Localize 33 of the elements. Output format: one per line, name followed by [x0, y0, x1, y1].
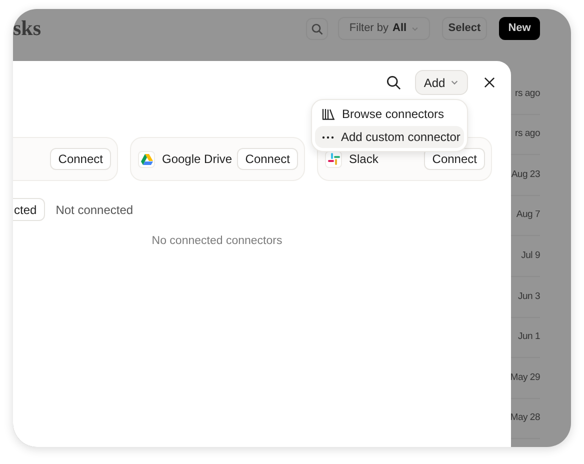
connect-button[interactable]: Connect	[237, 148, 298, 170]
new-button[interactable]: New	[499, 17, 540, 40]
connector-name: Google Drive	[162, 151, 232, 168]
books-icon	[322, 108, 335, 120]
search-icon[interactable]	[386, 75, 401, 90]
date-text: Jul 9	[521, 249, 540, 264]
chevron-down-icon	[450, 78, 460, 87]
hash-icon	[328, 153, 340, 165]
chevron-down-icon	[410, 24, 419, 32]
empty-message: No connected connectors	[152, 234, 282, 249]
menu-item[interactable]: Browse connectors	[315, 103, 464, 125]
filter-tab[interactable]: cted	[13, 198, 45, 221]
search-button[interactable]	[306, 18, 328, 40]
connector-name: Slack	[349, 151, 378, 168]
triangle-icon	[140, 154, 152, 164]
search-icon	[311, 22, 323, 34]
more-icon	[322, 136, 334, 138]
date-text: Jun 3	[518, 290, 540, 304]
date-text: rs ago	[515, 127, 540, 142]
date-text: rs ago	[515, 86, 540, 101]
date-text: Aug 23	[511, 168, 540, 182]
date-text: May 28	[510, 411, 540, 426]
date-text: Aug 7	[516, 208, 540, 222]
add-dropdown-button[interactable]: Add	[415, 70, 468, 95]
menu-item[interactable]: Add custom connector	[315, 126, 464, 148]
close-icon[interactable]	[484, 77, 495, 88]
filter-tab[interactable]: Not connected	[54, 198, 136, 221]
page-title: sks	[13, 18, 42, 39]
connect-button[interactable]: Connect	[50, 148, 111, 170]
filter-dropdown[interactable]: Filter by All	[338, 17, 430, 40]
date-text: May 29	[510, 370, 540, 385]
date-text: Jun 1	[518, 330, 540, 344]
select-button[interactable]: Select	[442, 17, 487, 40]
